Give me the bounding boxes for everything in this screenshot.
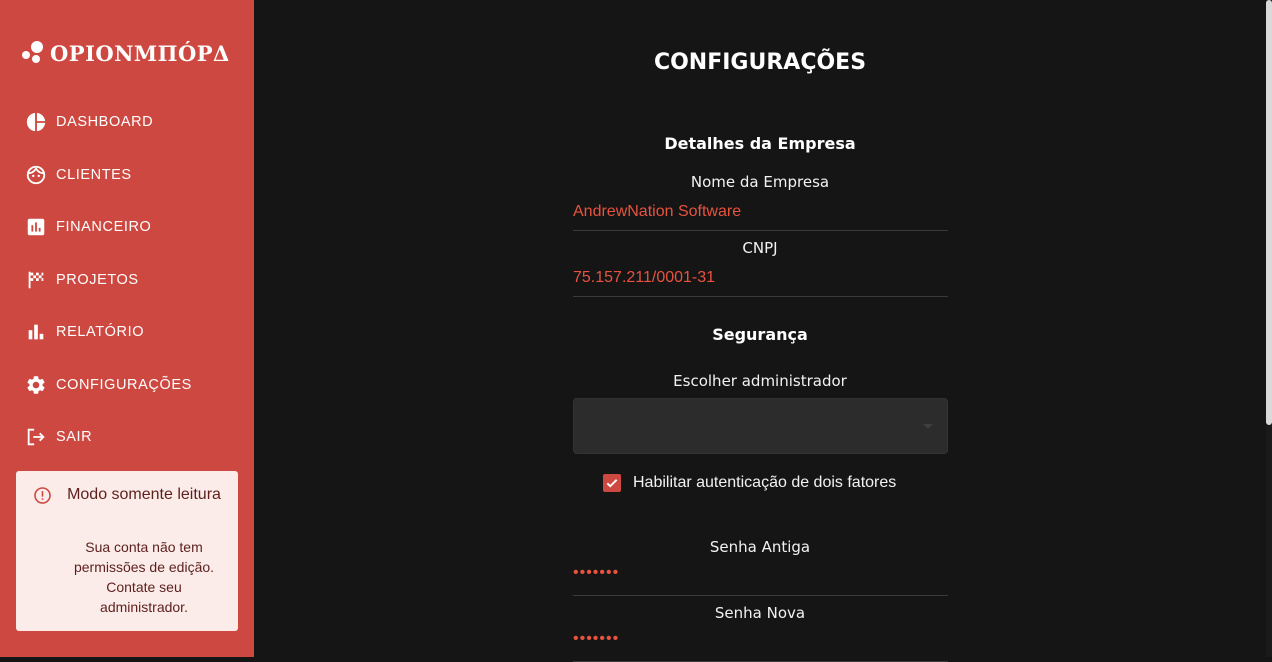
sidebar-item-configuracoes[interactable]: CONFIGURAÇÕES xyxy=(0,359,254,412)
two-factor-checkbox[interactable] xyxy=(603,474,621,492)
cnpj-label: CNPJ xyxy=(742,239,778,257)
sidebar-item-projetos[interactable]: PROJETOS xyxy=(0,254,254,307)
two-factor-row[interactable]: Habilitar autenticação de dois fatores xyxy=(603,473,896,493)
company-section-title: Detalhes da Empresa xyxy=(664,134,856,153)
scrollbar-thumb[interactable] xyxy=(1266,0,1272,425)
sidebar-nav: DASHBOARD CLIENTES FINANCEIRO PROJETOS R… xyxy=(0,96,254,464)
admin-select[interactable] xyxy=(573,398,948,454)
cnpj-field[interactable]: 75.157.211/0001-31 xyxy=(573,263,948,297)
logout-icon xyxy=(27,429,45,446)
sidebar-item-label: PROJETOS xyxy=(56,271,139,288)
company-name-field[interactable]: AndrewNation Software xyxy=(573,197,948,231)
old-password-field[interactable]: ••••••• xyxy=(573,562,948,596)
readonly-title: Modo somente leitura xyxy=(67,486,221,503)
sidebar-item-label: SAIR xyxy=(56,429,93,446)
pie-chart-icon xyxy=(26,113,46,132)
bar-chart-icon xyxy=(28,324,44,340)
gear-icon xyxy=(27,375,45,394)
sidebar-item-clientes[interactable]: CLIENTES xyxy=(0,149,254,202)
sidebar-item-label: CLIENTES xyxy=(56,166,132,183)
alert-circle-icon xyxy=(34,487,51,504)
two-factor-label: Habilitar autenticação de dois fatores xyxy=(633,474,897,491)
readonly-message: Sua conta não tem permissões de edição. … xyxy=(73,539,215,615)
checkered-flag-icon xyxy=(28,271,44,288)
brand-logo[interactable]: OPIONMΠÓPΔ xyxy=(22,40,230,66)
new-password-label: Senha Nova xyxy=(714,604,806,622)
page-title: CONFIGURAÇÕES xyxy=(653,50,867,75)
sidebar-item-label: DASHBOARD xyxy=(56,114,154,131)
logo-text: OPIONMΠÓPΔ xyxy=(50,40,230,66)
readonly-notice: Modo somente leitura Sua conta não tem p… xyxy=(16,471,238,631)
old-password-label: Senha Antiga xyxy=(709,538,811,556)
bar-chart-box-icon xyxy=(27,219,45,236)
sidebar-item-label: FINANCEIRO xyxy=(56,219,152,236)
sidebar-item-label: CONFIGURAÇÕES xyxy=(56,376,192,393)
sidebar-item-sair[interactable]: SAIR xyxy=(0,411,254,464)
face-icon xyxy=(26,165,46,184)
sidebar-item-label: RELATÓRIO xyxy=(56,324,145,341)
admin-select-label: Escolher administrador xyxy=(673,372,847,390)
sidebar-item-financeiro[interactable]: FINANCEIRO xyxy=(0,201,254,254)
logo-mark-icon xyxy=(22,41,44,65)
scrollbar[interactable] xyxy=(1266,0,1272,657)
chevron-down-icon xyxy=(923,424,933,429)
main-content: CONFIGURAÇÕES Detalhes da Empresa Nome d… xyxy=(254,0,1266,662)
checkmark-icon xyxy=(606,479,618,488)
sidebar-item-dashboard[interactable]: DASHBOARD xyxy=(0,96,254,149)
sidebar-item-relatorio[interactable]: RELATÓRIO xyxy=(0,306,254,359)
security-section-title: Segurança xyxy=(712,325,808,344)
sidebar: OPIONMΠÓPΔ DASHBOARD CLIENTES FINANCEIRO… xyxy=(0,0,254,657)
company-name-label: Nome da Empresa xyxy=(690,173,830,191)
